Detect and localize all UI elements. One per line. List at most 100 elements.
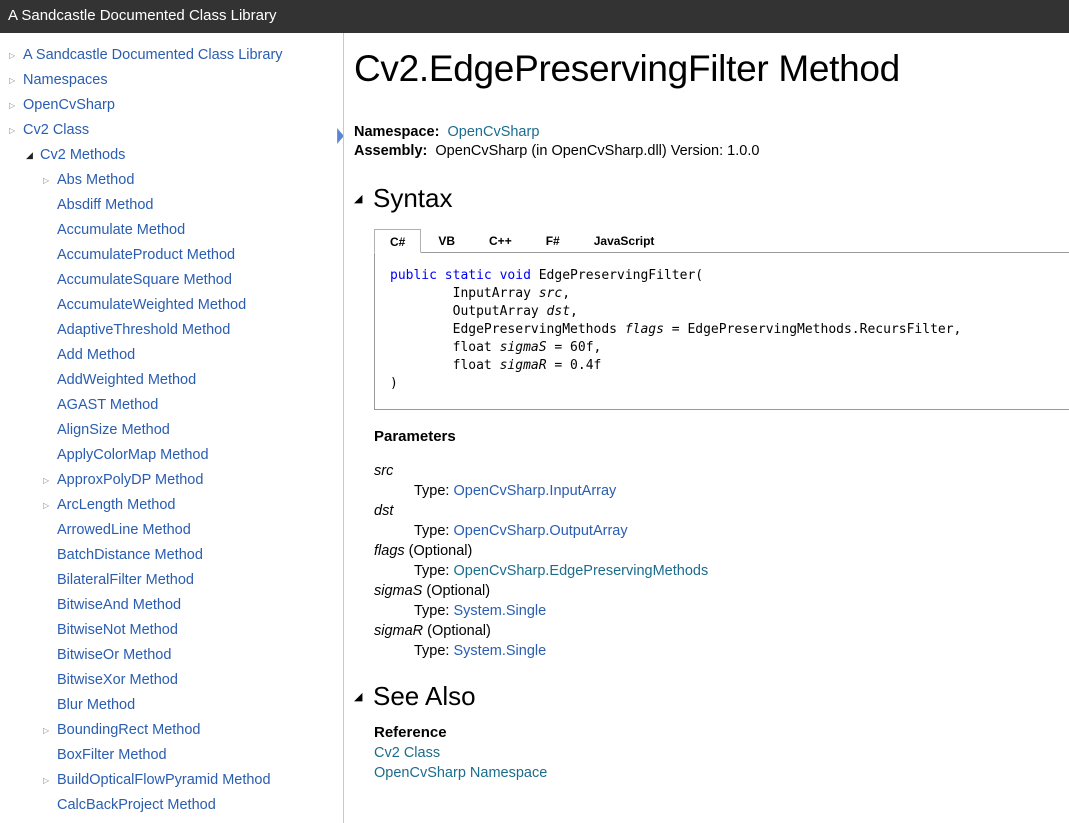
toc-item-link[interactable]: AccumulateWeighted Method [57,293,246,318]
toc-item-link[interactable]: AlignSize Method [57,418,170,443]
toc-item[interactable]: BitwiseAnd Method [0,593,343,618]
toc-item[interactable]: BilateralFilter Method [0,568,343,593]
toc-item-link[interactable]: BoxFilter Method [57,743,167,768]
tab-cpp[interactable]: C++ [472,229,529,253]
toc-item[interactable]: ▷ ApproxPolyDP Method [0,468,343,493]
parameters-list: src Type: OpenCvSharp.InputArray dst Type: … [374,461,1069,661]
toc-item[interactable]: AlignSize Method [0,418,343,443]
see-also-section-toggle[interactable]: ◢ See Also [354,679,1069,713]
toc-item-link[interactable]: Accumulate Method [57,218,185,243]
expand-arrow-icon[interactable]: ▷ [43,718,57,743]
toc-item[interactable]: BitwiseXor Method [0,668,343,693]
parameter-name: sigmaS [374,583,423,599]
parameter-type-link[interactable]: System.Single [454,643,547,659]
toc-item-link[interactable]: BitwiseAnd Method [57,593,181,618]
tab-javascript[interactable]: JavaScript [577,229,672,253]
toc-item[interactable]: BatchDistance Method [0,543,343,568]
toc-item[interactable]: BitwiseOr Method [0,643,343,668]
code-keyword: public [390,268,437,283]
code-close-paren: ) [390,376,398,391]
toc-item-link[interactable]: AccumulateProduct Method [57,243,235,268]
toc-item[interactable]: ◢ Cv2 Methods [0,143,343,168]
toc-item[interactable]: AddWeighted Method [0,368,343,393]
collapse-arrow-icon[interactable]: ◢ [26,143,40,168]
toc-item[interactable]: AdaptiveThreshold Method [0,318,343,343]
toc-item-link[interactable]: BitwiseNot Method [57,618,178,643]
expand-arrow-icon[interactable]: ▷ [43,468,57,493]
toc-item-link[interactable]: ArcLength Method [57,493,176,518]
tab-csharp[interactable]: C# [374,229,422,253]
collapse-triangle-icon: ◢ [354,192,363,205]
toc-item-link[interactable]: BitwiseOr Method [57,643,171,668]
expand-arrow-icon[interactable]: ▷ [9,118,23,143]
toc-item-link[interactable]: ApproxPolyDP Method [57,468,203,493]
toc-item-link[interactable]: BilateralFilter Method [57,568,194,593]
tab-fsharp[interactable]: F# [529,229,577,253]
parameter-name: sigmaR [374,623,424,639]
namespace-link[interactable]: OpenCvSharp [448,124,540,140]
toc-item[interactable]: AGAST Method [0,393,343,418]
toc-item-link[interactable]: Abs Method [57,168,134,193]
parameter-type-label: Type: [414,483,450,499]
toc-item-link[interactable]: A Sandcastle Documented Class Library [23,43,283,68]
expand-arrow-icon[interactable]: ▷ [9,93,23,118]
toc-item-link[interactable]: ArrowedLine Method [57,518,191,543]
toc-item[interactable]: BoxFilter Method [0,743,343,768]
toc-item-link[interactable]: AddWeighted Method [57,368,196,393]
reference-heading: Reference [374,724,447,741]
sidebar-resize-handle[interactable] [337,128,343,144]
parameter-type-link[interactable]: System.Single [454,603,547,619]
toc-item[interactable]: ▷ BuildOpticalFlowPyramid Method [0,768,343,793]
toc-item[interactable]: ▷ Abs Method [0,168,343,193]
reference-link-cv2-class[interactable]: Cv2 Class [374,745,440,761]
code-keyword: void [499,268,531,283]
toc-item[interactable]: ArrowedLine Method [0,518,343,543]
toc-item[interactable]: AccumulateWeighted Method [0,293,343,318]
toc-item[interactable]: Add Method [0,343,343,368]
toc-item[interactable]: AccumulateProduct Method [0,243,343,268]
content-pane: Cv2.EdgePreservingFilter Method Namespac… [344,33,1069,823]
parameter-type-link[interactable]: OpenCvSharp.InputArray [454,483,617,499]
toc-item-link[interactable]: BatchDistance Method [57,543,203,568]
expand-arrow-icon[interactable]: ▷ [43,493,57,518]
toc-item-link[interactable]: BuildOpticalFlowPyramid Method [57,768,271,793]
parameter-type-link[interactable]: OpenCvSharp.OutputArray [454,523,628,539]
expand-arrow-icon[interactable]: ▷ [9,43,23,68]
toc-item-link[interactable]: ApplyColorMap Method [57,443,209,468]
toc-item-link[interactable]: BoundingRect Method [57,718,201,743]
toc-item-link[interactable]: AccumulateSquare Method [57,268,232,293]
expand-arrow-icon[interactable]: ▷ [43,168,57,193]
toc-item-link[interactable]: Blur Method [57,693,135,718]
toc-item-link[interactable]: Add Method [57,343,135,368]
toc-item-link[interactable]: AGAST Method [57,393,158,418]
parameter-optional: (Optional) [422,583,491,599]
tab-vb[interactable]: VB [421,229,472,253]
toc-item[interactable]: ApplyColorMap Method [0,443,343,468]
toc-item[interactable]: ▷ BoundingRect Method [0,718,343,743]
toc-item-link[interactable]: CalcBackProject Method [57,793,216,818]
toc-item[interactable]: ▷ OpenCvSharp [0,93,343,118]
toc-item[interactable]: AccumulateSquare Method [0,268,343,293]
expand-arrow-icon[interactable]: ▷ [43,768,57,793]
parameter-type-link[interactable]: OpenCvSharp.EdgePreservingMethods [454,563,709,579]
expand-arrow-icon[interactable]: ▷ [9,68,23,93]
toc-item[interactable]: Accumulate Method [0,218,343,243]
toc-item[interactable]: ▷ A Sandcastle Documented Class Library [0,43,343,68]
toc-item-link[interactable]: Absdiff Method [57,193,153,218]
toc-item-link[interactable]: Namespaces [23,68,108,93]
syntax-section-toggle[interactable]: ◢ Syntax [354,181,1069,215]
language-tabs: C# VB C++ F# JavaScript [374,229,1069,253]
toc-item[interactable]: BitwiseNot Method [0,618,343,643]
toc-item[interactable]: CalcBackProject Method [0,793,343,818]
toc-item-link[interactable]: OpenCvSharp [23,93,115,118]
reference-link-namespace[interactable]: OpenCvSharp Namespace [374,765,547,781]
toc-item[interactable]: ▷ ArcLength Method [0,493,343,518]
toc-item[interactable]: Blur Method [0,693,343,718]
toc-item-link[interactable]: BitwiseXor Method [57,668,178,693]
toc-item[interactable]: ▷ Cv2 Class [0,118,343,143]
toc-item-link[interactable]: Cv2 Methods [40,143,125,168]
toc-item[interactable]: ▷ Namespaces [0,68,343,93]
toc-item-link[interactable]: Cv2 Class [23,118,89,143]
toc-item[interactable]: Absdiff Method [0,193,343,218]
toc-item-link[interactable]: AdaptiveThreshold Method [57,318,230,343]
